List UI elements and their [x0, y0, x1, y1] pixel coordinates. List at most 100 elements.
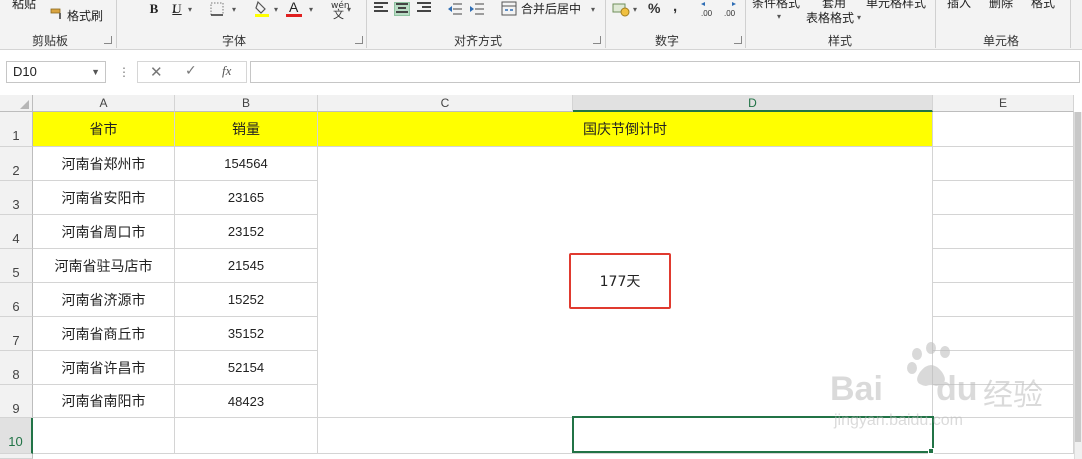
underline-dropdown-icon[interactable]: ▾ [188, 5, 192, 14]
cell-e[interactable] [933, 351, 1074, 385]
row-header-4[interactable]: 4 [0, 215, 33, 249]
row-header-11[interactable] [0, 454, 33, 459]
cell-e[interactable] [933, 181, 1074, 215]
accounting-dropdown-icon[interactable]: ▾ [633, 5, 637, 14]
row-header-9[interactable]: 9 [0, 385, 33, 418]
row-header-6[interactable]: 6 [0, 283, 33, 317]
table-row-sales[interactable]: 23152 [175, 215, 318, 249]
format-as-table-top[interactable]: 套用 [822, 0, 846, 10]
table-row-sales[interactable]: 23165 [175, 181, 318, 215]
cell-styles-button[interactable]: 单元格样式 [866, 0, 926, 10]
column-header-c[interactable]: C [318, 95, 573, 112]
comma-style-button[interactable]: , [673, 0, 677, 14]
table-row-city[interactable]: 河南省郑州市 [33, 147, 175, 181]
table-row-sales[interactable]: 35152 [175, 317, 318, 351]
cell-e[interactable] [933, 317, 1074, 351]
table-row-sales[interactable]: 21545 [175, 249, 318, 283]
phonetic-guide-button[interactable]: 文 [333, 8, 344, 22]
cell-c10[interactable] [318, 418, 573, 454]
cell-c1-merged-title[interactable]: 国庆节倒计时 [318, 112, 933, 147]
cell-e[interactable] [933, 249, 1074, 283]
increase-decimal-button[interactable]: .00 [701, 7, 712, 21]
font-color-button[interactable]: A [289, 0, 298, 14]
table-row-city[interactable]: 河南省驻马店市 [33, 249, 175, 283]
accounting-format-icon[interactable] [612, 1, 630, 17]
table-row-sales[interactable]: 48423 [175, 385, 318, 418]
merge-center-icon[interactable] [501, 1, 517, 16]
formula-input[interactable] [250, 61, 1080, 83]
cell-a1[interactable]: 省市 [33, 112, 175, 147]
table-row-sales[interactable]: 52154 [175, 351, 318, 385]
cell-a10[interactable] [33, 418, 175, 454]
merge-dropdown-icon[interactable]: ▾ [591, 5, 595, 14]
clipboard-launcher-icon[interactable] [104, 36, 112, 44]
cancel-icon[interactable]: ✕ [150, 63, 163, 81]
format-painter-button[interactable]: 格式刷 [67, 9, 103, 23]
cell-e[interactable] [933, 283, 1074, 317]
fill-handle[interactable] [928, 448, 934, 454]
cell-b10[interactable] [175, 418, 318, 454]
enter-icon[interactable]: ✓ [185, 63, 197, 79]
name-box-dropdown-icon[interactable]: ▼ [91, 62, 100, 82]
cell-e[interactable] [933, 215, 1074, 249]
percent-style-button[interactable]: % [648, 1, 660, 15]
font-launcher-icon[interactable] [355, 36, 363, 44]
merge-center-button[interactable]: 合并后居中 [521, 2, 581, 16]
column-header-e[interactable]: E [933, 95, 1074, 112]
column-header-b[interactable]: B [175, 95, 318, 112]
paste-button[interactable]: 粘贴 [12, 0, 36, 11]
align-center-icon[interactable] [394, 2, 410, 16]
underline-button[interactable]: U [168, 1, 186, 17]
conditional-format-dropdown-icon[interactable]: ▾ [777, 12, 781, 21]
formula-bar-grip-icon[interactable]: ⋮ [118, 65, 130, 79]
cell-e[interactable] [933, 147, 1074, 181]
align-left-icon[interactable] [374, 2, 390, 16]
select-all-corner[interactable] [0, 95, 33, 112]
cell-e[interactable] [933, 385, 1074, 418]
phonetic-dropdown-icon[interactable]: ▾ [347, 5, 351, 14]
cell-b1[interactable]: 销量 [175, 112, 318, 147]
fill-color-dropdown-icon[interactable]: ▾ [274, 5, 278, 14]
format-painter-icon [50, 8, 64, 20]
insert-function-button[interactable]: fx [222, 63, 231, 79]
font-color-dropdown-icon[interactable]: ▾ [309, 5, 313, 14]
alignment-launcher-icon[interactable] [593, 36, 601, 44]
table-row-city[interactable]: 河南省商丘市 [33, 317, 175, 351]
bold-button[interactable]: B [145, 1, 163, 17]
format-button[interactable]: 格式 [1031, 0, 1055, 10]
cell-e1[interactable] [933, 112, 1074, 147]
decrease-decimal-button[interactable]: .00 [724, 7, 735, 21]
row-header-8[interactable]: 8 [0, 351, 33, 385]
number-launcher-icon[interactable] [734, 36, 742, 44]
table-row-city[interactable]: 河南省许昌市 [33, 351, 175, 385]
delete-button[interactable]: 删除 [989, 0, 1013, 10]
format-as-table-dropdown-icon[interactable]: ▾ [857, 13, 861, 22]
table-row-sales[interactable]: 154564 [175, 147, 318, 181]
table-row-city[interactable]: 河南省周口市 [33, 215, 175, 249]
vertical-scrollbar-thumb[interactable] [1075, 112, 1081, 442]
row-header-3[interactable]: 3 [0, 181, 33, 215]
table-row-sales[interactable]: 15252 [175, 283, 318, 317]
row-header-5[interactable]: 5 [0, 249, 33, 283]
insert-button[interactable]: 插入 [947, 0, 971, 10]
countdown-value[interactable]: 177天 [569, 253, 671, 309]
column-header-a[interactable]: A [33, 95, 175, 112]
name-box[interactable]: D10 ▼ [6, 61, 106, 83]
cell-e10[interactable] [933, 418, 1074, 454]
row-header-7[interactable]: 7 [0, 317, 33, 351]
align-right-icon[interactable] [417, 2, 433, 16]
table-row-city[interactable]: 河南省济源市 [33, 283, 175, 317]
increase-indent-icon[interactable] [469, 2, 485, 16]
format-as-table-button[interactable]: 表格格式 [806, 11, 854, 25]
table-row-city[interactable]: 河南省南阳市 [33, 385, 175, 418]
table-row-city[interactable]: 河南省安阳市 [33, 181, 175, 215]
border-dropdown-icon[interactable]: ▾ [232, 5, 236, 14]
row-header-10[interactable]: 10 [0, 418, 33, 454]
column-header-d[interactable]: D [573, 95, 933, 112]
conditional-format-button[interactable]: 条件格式 [752, 0, 800, 10]
fill-color-icon[interactable] [254, 0, 270, 18]
decrease-indent-icon[interactable] [447, 2, 463, 16]
row-header-2[interactable]: 2 [0, 147, 33, 181]
row-header-1[interactable]: 1 [0, 112, 33, 147]
border-icon[interactable] [210, 2, 224, 16]
